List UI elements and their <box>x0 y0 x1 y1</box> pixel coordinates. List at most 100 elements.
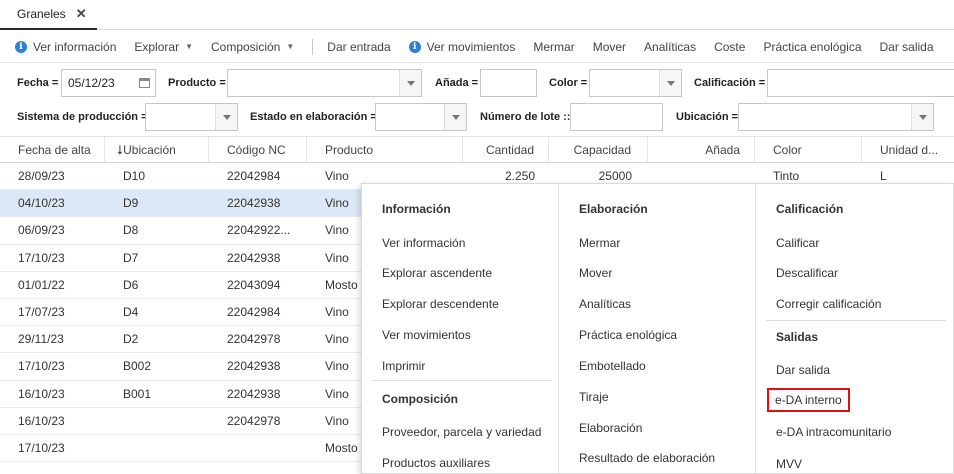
menu-column-calificacion: Calificación Calificar Descalificar Corr… <box>756 184 953 473</box>
col-unidad-header[interactable]: Unidad d... <box>862 137 954 162</box>
tab-graneles[interactable]: Graneles ✕ <box>0 0 97 30</box>
menu-item-calificar[interactable]: Calificar <box>776 236 819 250</box>
calificacion-select[interactable] <box>767 69 954 97</box>
fecha-input[interactable]: 05/12/23 <box>61 69 156 97</box>
menu-heading-salidas: Salidas <box>776 330 819 344</box>
menu-item-analiticas[interactable]: Analíticas <box>579 297 631 311</box>
close-icon[interactable]: ✕ <box>76 6 87 22</box>
info-icon: i <box>15 40 27 53</box>
cell-ubicacion: D8 <box>123 223 139 238</box>
sistema-select[interactable] <box>145 103 238 131</box>
lote-input[interactable] <box>570 103 663 131</box>
calendar-icon[interactable] <box>133 70 155 96</box>
menu-item-mover[interactable]: Mover <box>579 266 612 280</box>
explorar-dropdown[interactable]: Explorar ▼ <box>134 40 193 54</box>
cell-ubicacion: D10 <box>123 169 146 184</box>
chevron-down-icon[interactable] <box>399 70 421 96</box>
menu-item-mvv[interactable]: MVV <box>776 457 802 471</box>
col-cantidad-header[interactable]: Cantidad <box>463 137 549 162</box>
cell-ubicacion: D9 <box>123 196 139 211</box>
ubicacion-select[interactable] <box>738 103 934 131</box>
estado-select[interactable] <box>375 103 467 131</box>
producto-label: Producto = <box>168 77 226 89</box>
menu-item-practica-enologica[interactable]: Práctica enológica <box>579 328 677 342</box>
chevron-down-icon[interactable] <box>659 70 681 96</box>
explorar-label: Explorar <box>134 39 180 54</box>
menu-column-elaboracion: Elaboración Mermar Mover Analíticas Prác… <box>559 184 756 473</box>
menu-item-eda-intracomunitario[interactable]: e-DA intracomunitario <box>776 425 891 439</box>
cell-codigo: 22042978 <box>227 413 281 428</box>
cell-fecha: 04/10/23 <box>18 196 65 211</box>
menu-divider <box>372 380 552 381</box>
ver-informacion-button[interactable]: i Ver información <box>15 40 116 54</box>
menu-item-resultado-elaboracion[interactable]: Resultado de elaboración <box>579 451 715 465</box>
menu-item-descalificar[interactable]: Descalificar <box>776 266 838 280</box>
menu-item-corregir-calificacion[interactable]: Corregir calificación <box>776 297 881 311</box>
menu-item-embotellado[interactable]: Embotellado <box>579 359 646 373</box>
dar-salida-button[interactable]: Dar salida <box>880 40 934 54</box>
mover-button[interactable]: Mover <box>593 40 626 54</box>
menu-item-eda-interno[interactable]: e-DA interno <box>767 388 850 412</box>
cell-fecha: 17/07/23 <box>18 305 65 320</box>
tab-bar: Graneles ✕ <box>0 0 954 30</box>
dar-entrada-label: Dar entrada <box>327 39 391 54</box>
menu-item-ver-movimientos[interactable]: Ver movimientos <box>382 328 471 342</box>
composicion-dropdown[interactable]: Composición ▼ <box>211 40 294 54</box>
cell-codigo: 22042984 <box>227 169 281 184</box>
menu-item-tiraje[interactable]: Tiraje <box>579 390 609 404</box>
menu-item-imprimir[interactable]: Imprimir <box>382 359 425 373</box>
cell-codigo: 22043094 <box>227 277 281 292</box>
menu-item-elaboracion[interactable]: Elaboración <box>579 421 642 435</box>
practica-enologica-button[interactable]: Práctica enológica <box>763 40 861 54</box>
col-producto-header[interactable]: Producto <box>307 137 463 162</box>
col-color-header[interactable]: Color <box>755 137 862 162</box>
chevron-down-icon[interactable] <box>911 104 933 130</box>
cell-ubicacion: B002 <box>123 359 152 374</box>
estado-label: Estado en elaboración = <box>250 111 377 123</box>
menu-column-informacion: Información Ver información Explorar asc… <box>362 184 559 473</box>
cell-fecha: 17/10/23 <box>18 440 65 455</box>
col-ubicacion-label: Ubicación <box>123 142 176 157</box>
col-capacidad-header[interactable]: Capacidad <box>549 137 648 162</box>
cell-codigo: 22042978 <box>227 332 281 347</box>
anada-input[interactable] <box>480 69 537 97</box>
col-codigo-header[interactable]: Código NC <box>209 137 307 162</box>
chevron-down-icon[interactable] <box>444 104 466 130</box>
lote-label: Número de lote :: <box>480 111 571 123</box>
analiticas-button[interactable]: Analíticas <box>644 40 696 54</box>
producto-select[interactable] <box>227 69 422 97</box>
chevron-down-icon[interactable] <box>215 104 237 130</box>
menu-item-productos-auxiliares[interactable]: Productos auxiliares <box>382 456 490 470</box>
cell-ubicacion: B001 <box>123 386 152 401</box>
analiticas-label: Analíticas <box>644 39 697 54</box>
col-fecha-header[interactable]: Fecha de alta <box>0 137 105 162</box>
cell-codigo: 22042922... <box>227 223 291 238</box>
calificacion-label: Calificación = <box>694 77 766 89</box>
menu-item-explorar-ascendente[interactable]: Explorar ascendente <box>382 266 492 280</box>
menu-heading-informacion: Información <box>382 202 451 216</box>
menu-item-ver-informacion[interactable]: Ver información <box>382 236 465 250</box>
dar-salida-label: Dar salida <box>879 39 934 54</box>
mermar-button[interactable]: Mermar <box>533 40 574 54</box>
menu-item-explorar-descendente[interactable]: Explorar descendente <box>382 297 499 311</box>
cell-fecha: 17/10/23 <box>18 250 65 265</box>
ver-movimientos-label: Ver movimientos <box>426 39 516 54</box>
coste-button[interactable]: Coste <box>714 40 745 54</box>
color-select[interactable] <box>589 69 682 97</box>
grid-header: Fecha de alta ⭣ Ubicación Código NC Prod… <box>0 136 954 163</box>
caret-down-icon: ▼ <box>286 42 295 51</box>
mermar-label: Mermar <box>533 39 575 54</box>
toolbar-divider <box>312 38 314 55</box>
menu-divider <box>766 320 946 321</box>
menu-item-proveedor[interactable]: Proveedor, parcela y variedad <box>382 425 541 439</box>
cell-ubicacion <box>105 435 209 461</box>
menu-item-mermar[interactable]: Mermar <box>579 236 620 250</box>
composicion-label: Composición <box>210 39 281 54</box>
context-menu: Información Ver información Explorar asc… <box>361 183 954 474</box>
practica-label: Práctica enológica <box>763 39 862 54</box>
dar-entrada-button[interactable]: Dar entrada <box>327 40 390 54</box>
ver-movimientos-button[interactable]: i Ver movimientos <box>408 39 516 54</box>
col-ubicacion-header[interactable]: ⭣ Ubicación <box>105 137 209 162</box>
col-anada-header[interactable]: Añada <box>648 137 755 162</box>
menu-item-dar-salida[interactable]: Dar salida <box>776 363 830 377</box>
